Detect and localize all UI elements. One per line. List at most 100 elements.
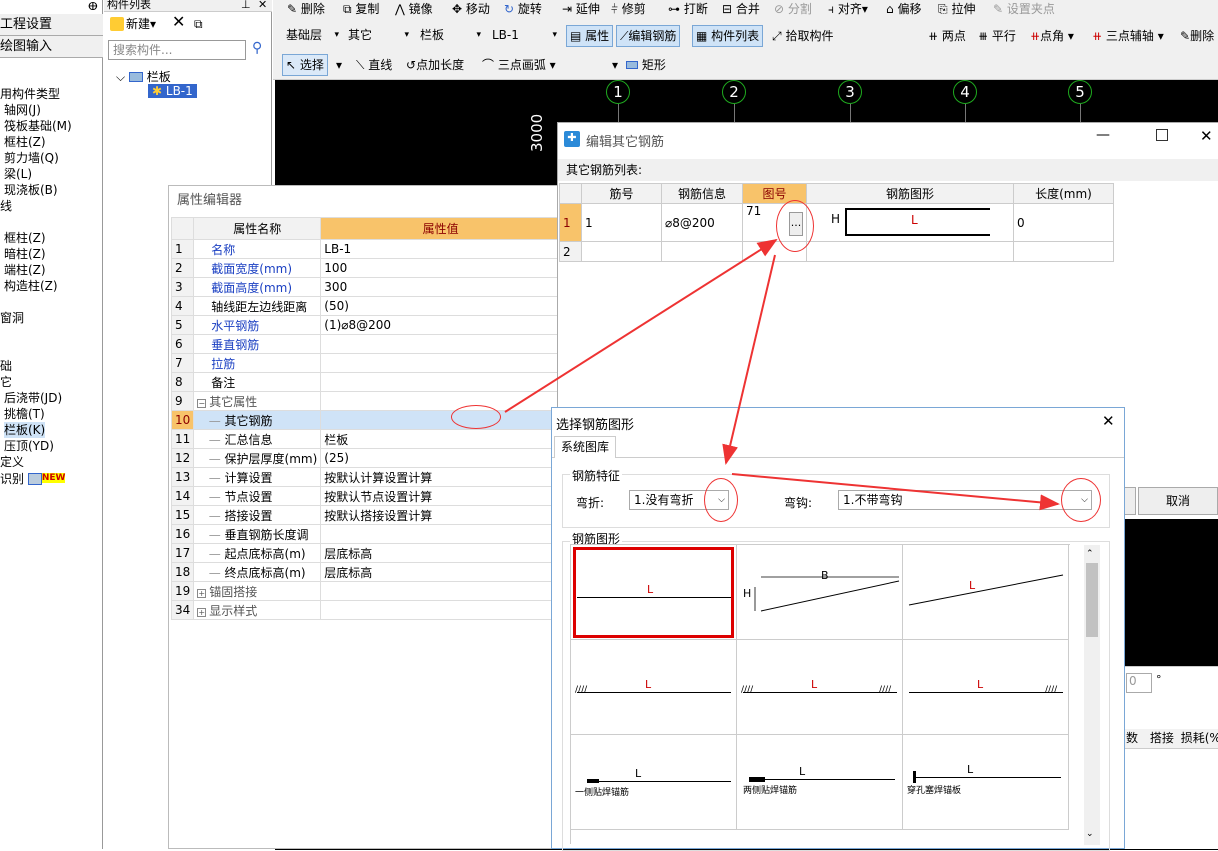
expand-icon[interactable]: + bbox=[197, 607, 207, 617]
shape-cell-end-both[interactable]: //// //// L bbox=[737, 640, 903, 735]
length-cell[interactable]: 0 bbox=[1013, 203, 1114, 242]
tree-item[interactable]: 轴网(J) bbox=[4, 102, 41, 118]
property-value[interactable]: 按默认搭接设置计算 bbox=[320, 505, 561, 525]
tree-item[interactable]: 筏板基础(M) bbox=[4, 118, 72, 134]
search-icon[interactable]: ⚲ bbox=[252, 40, 262, 56]
tree-item[interactable]: 后浇带(JD) bbox=[4, 390, 62, 406]
offset-button[interactable]: ⌂ 偏移 bbox=[886, 0, 921, 18]
trim-button[interactable]: ⫩ 修剪 bbox=[611, 0, 646, 18]
align-button[interactable]: ⫞ 对齐▾ bbox=[828, 0, 868, 18]
extend-button[interactable]: ⇥ 延伸 bbox=[562, 0, 600, 18]
attributes-button[interactable]: ▤ 属性 bbox=[566, 25, 614, 47]
chevron-up-icon[interactable]: ⌃ bbox=[1086, 549, 1094, 559]
merge-button[interactable]: ⊟ 合并 bbox=[722, 0, 760, 18]
tree-item-lb1[interactable]: ✱ LB-1 bbox=[148, 84, 197, 98]
tree-item[interactable]: 暗柱(Z) bbox=[4, 246, 46, 262]
expand-icon[interactable]: + bbox=[197, 588, 207, 598]
property-value[interactable]: 栏板 bbox=[320, 429, 561, 449]
close-icon[interactable]: ✕ bbox=[1200, 127, 1213, 145]
table-row[interactable]: 3 截面高度(mm) 300 bbox=[170, 277, 561, 297]
property-value[interactable]: 100 bbox=[320, 258, 561, 278]
property-value[interactable]: 按默认计算设置计算 bbox=[320, 467, 561, 487]
rotate-button[interactable]: ↻ 旋转 bbox=[504, 0, 542, 18]
shape-cell-sloped-plain[interactable]: L bbox=[903, 545, 1069, 640]
tree-item[interactable]: 识别 NEW bbox=[0, 470, 66, 487]
line-button[interactable]: ⟍ 直线 bbox=[356, 56, 392, 74]
table-row[interactable]: 8 备注 bbox=[170, 372, 561, 392]
property-value[interactable] bbox=[320, 372, 561, 392]
new-component-button[interactable]: 新建▾ bbox=[110, 15, 156, 33]
tree-item[interactable]: 现浇板(B) bbox=[4, 182, 58, 198]
shape-cell-end-right[interactable]: //// L bbox=[903, 640, 1069, 735]
shape-cell-weld-two[interactable]: L 两侧贴焊锚筋 bbox=[737, 735, 903, 830]
project-settings-tab[interactable]: 工程设置 bbox=[0, 14, 103, 36]
maximize-icon[interactable] bbox=[1156, 129, 1168, 141]
tree-root[interactable]: ⌵ 栏板 bbox=[116, 68, 171, 85]
property-value[interactable]: 按默认节点设置计算 bbox=[320, 486, 561, 506]
table-row[interactable]: 2 截面宽度(mm) 100 bbox=[170, 258, 561, 278]
tree-item[interactable]: 用构件类型 bbox=[0, 86, 60, 102]
shape-cell-end-left[interactable]: //// L bbox=[571, 640, 737, 735]
delete-icon[interactable]: ✕ bbox=[172, 13, 185, 31]
property-value[interactable]: 300 bbox=[320, 277, 561, 297]
tree-item[interactable]: 定义 bbox=[0, 454, 24, 470]
close-icon[interactable]: ✕ bbox=[258, 0, 267, 11]
three-point-axis-button[interactable]: ⧺ 三点辅轴 ▾ bbox=[1092, 27, 1164, 45]
table-row[interactable]: 1 1 ⌀8@200 71... HL 0 bbox=[559, 203, 1114, 242]
table-row[interactable]: 9− 其它属性 bbox=[170, 391, 561, 411]
table-row[interactable]: 2 bbox=[559, 241, 1114, 262]
type-select[interactable]: 其它 ▾ bbox=[344, 26, 412, 46]
two-point-button[interactable]: ⧺ 两点 bbox=[928, 27, 966, 45]
table-row[interactable]: 12 — 保护层厚度(mm) (25) bbox=[170, 448, 561, 468]
pick-component-button[interactable]: ⤢ 拾取构件 bbox=[772, 27, 833, 45]
ok-button[interactable] bbox=[1124, 487, 1136, 515]
mirror-button[interactable]: ⋀ 镜像 bbox=[395, 0, 433, 18]
property-value[interactable]: (50) bbox=[320, 296, 561, 316]
property-value[interactable] bbox=[320, 524, 561, 544]
parallel-button[interactable]: ⧻ 平行 bbox=[978, 27, 1016, 45]
table-row[interactable]: 6 垂直钢筋 bbox=[170, 334, 561, 354]
select-button[interactable]: ↖ 选择 bbox=[282, 54, 328, 76]
property-value[interactable] bbox=[320, 353, 561, 373]
tree-item[interactable]: 框柱(Z) bbox=[4, 230, 46, 246]
tree-item[interactable]: 框柱(Z) bbox=[4, 134, 46, 150]
table-row[interactable]: 11 — 汇总信息 栏板 bbox=[170, 429, 561, 449]
table-row[interactable]: 5 水平钢筋 (1)⌀8@200 bbox=[170, 315, 561, 335]
table-row[interactable]: 34 + 显示样式 bbox=[170, 600, 561, 620]
copy-icon[interactable]: ⧉ bbox=[194, 15, 203, 33]
gallery-scrollbar[interactable]: ⌃ ⌄ bbox=[1084, 545, 1100, 845]
scroll-thumb[interactable] bbox=[1086, 563, 1098, 637]
delete-button[interactable]: ✎ 删除 bbox=[287, 0, 325, 18]
pin-icon[interactable]: ⊥ bbox=[241, 0, 251, 11]
subtype-select[interactable]: 栏板 ▾ bbox=[416, 26, 484, 46]
tree-item[interactable]: 剪力墙(Q) bbox=[4, 150, 59, 166]
bar-no-cell[interactable]: 1 bbox=[581, 203, 662, 242]
expand-icon[interactable]: − bbox=[197, 398, 207, 408]
table-row[interactable]: 15 — 搭接设置 按默认搭接设置计算 bbox=[170, 505, 561, 525]
cancel-button[interactable]: 取消 bbox=[1138, 487, 1218, 515]
table-row[interactable]: 10 — 其它钢筋 bbox=[170, 410, 561, 430]
edit-rebar-button[interactable]: ⟋编辑钢筋 bbox=[616, 25, 681, 47]
table-row[interactable]: 17 — 起点底标高(m) 层底标高 bbox=[170, 543, 561, 563]
tree-item-selected[interactable]: 栏板(K) bbox=[4, 422, 46, 438]
hook-select[interactable]: 1.不带弯钩 ⌵ bbox=[838, 490, 1092, 510]
property-value[interactable]: 层底标高 bbox=[320, 543, 561, 563]
table-row[interactable]: 16 — 垂直钢筋长度调 bbox=[170, 524, 561, 544]
delete-axis-button[interactable]: ✎删除 bbox=[1180, 27, 1214, 45]
tree-item[interactable]: 线 bbox=[0, 198, 12, 214]
component-list-button[interactable]: ▦ 构件列表 bbox=[692, 25, 764, 47]
arc-dropdown[interactable]: ▾ bbox=[612, 56, 618, 74]
floor-select[interactable]: 基础层 ▾ bbox=[282, 26, 342, 46]
drawing-input-tab[interactable]: 绘图输入 bbox=[0, 36, 103, 58]
property-value[interactable]: (25) bbox=[320, 448, 561, 468]
three-point-arc-button[interactable]: ⌒ 三点画弧 ▾ bbox=[482, 56, 556, 74]
shape-cell-plug-weld[interactable]: L 穿孔塞焊锚板 bbox=[903, 735, 1069, 830]
table-row[interactable]: 14 — 节点设置 按默认节点设置计算 bbox=[170, 486, 561, 506]
property-value[interactable]: 层底标高 bbox=[320, 562, 561, 582]
break-button[interactable]: ⊶ 打断 bbox=[668, 0, 708, 18]
stretch-button[interactable]: ⎘ 拉伸 bbox=[938, 0, 975, 18]
chevron-down-icon[interactable]: ⌄ bbox=[1086, 829, 1094, 839]
shape-cell-weld-one[interactable]: L 一侧贴焊锚筋 bbox=[571, 735, 737, 830]
property-value[interactable]: LB-1 bbox=[320, 239, 561, 259]
select-dropdown[interactable]: ▾ bbox=[336, 56, 342, 74]
